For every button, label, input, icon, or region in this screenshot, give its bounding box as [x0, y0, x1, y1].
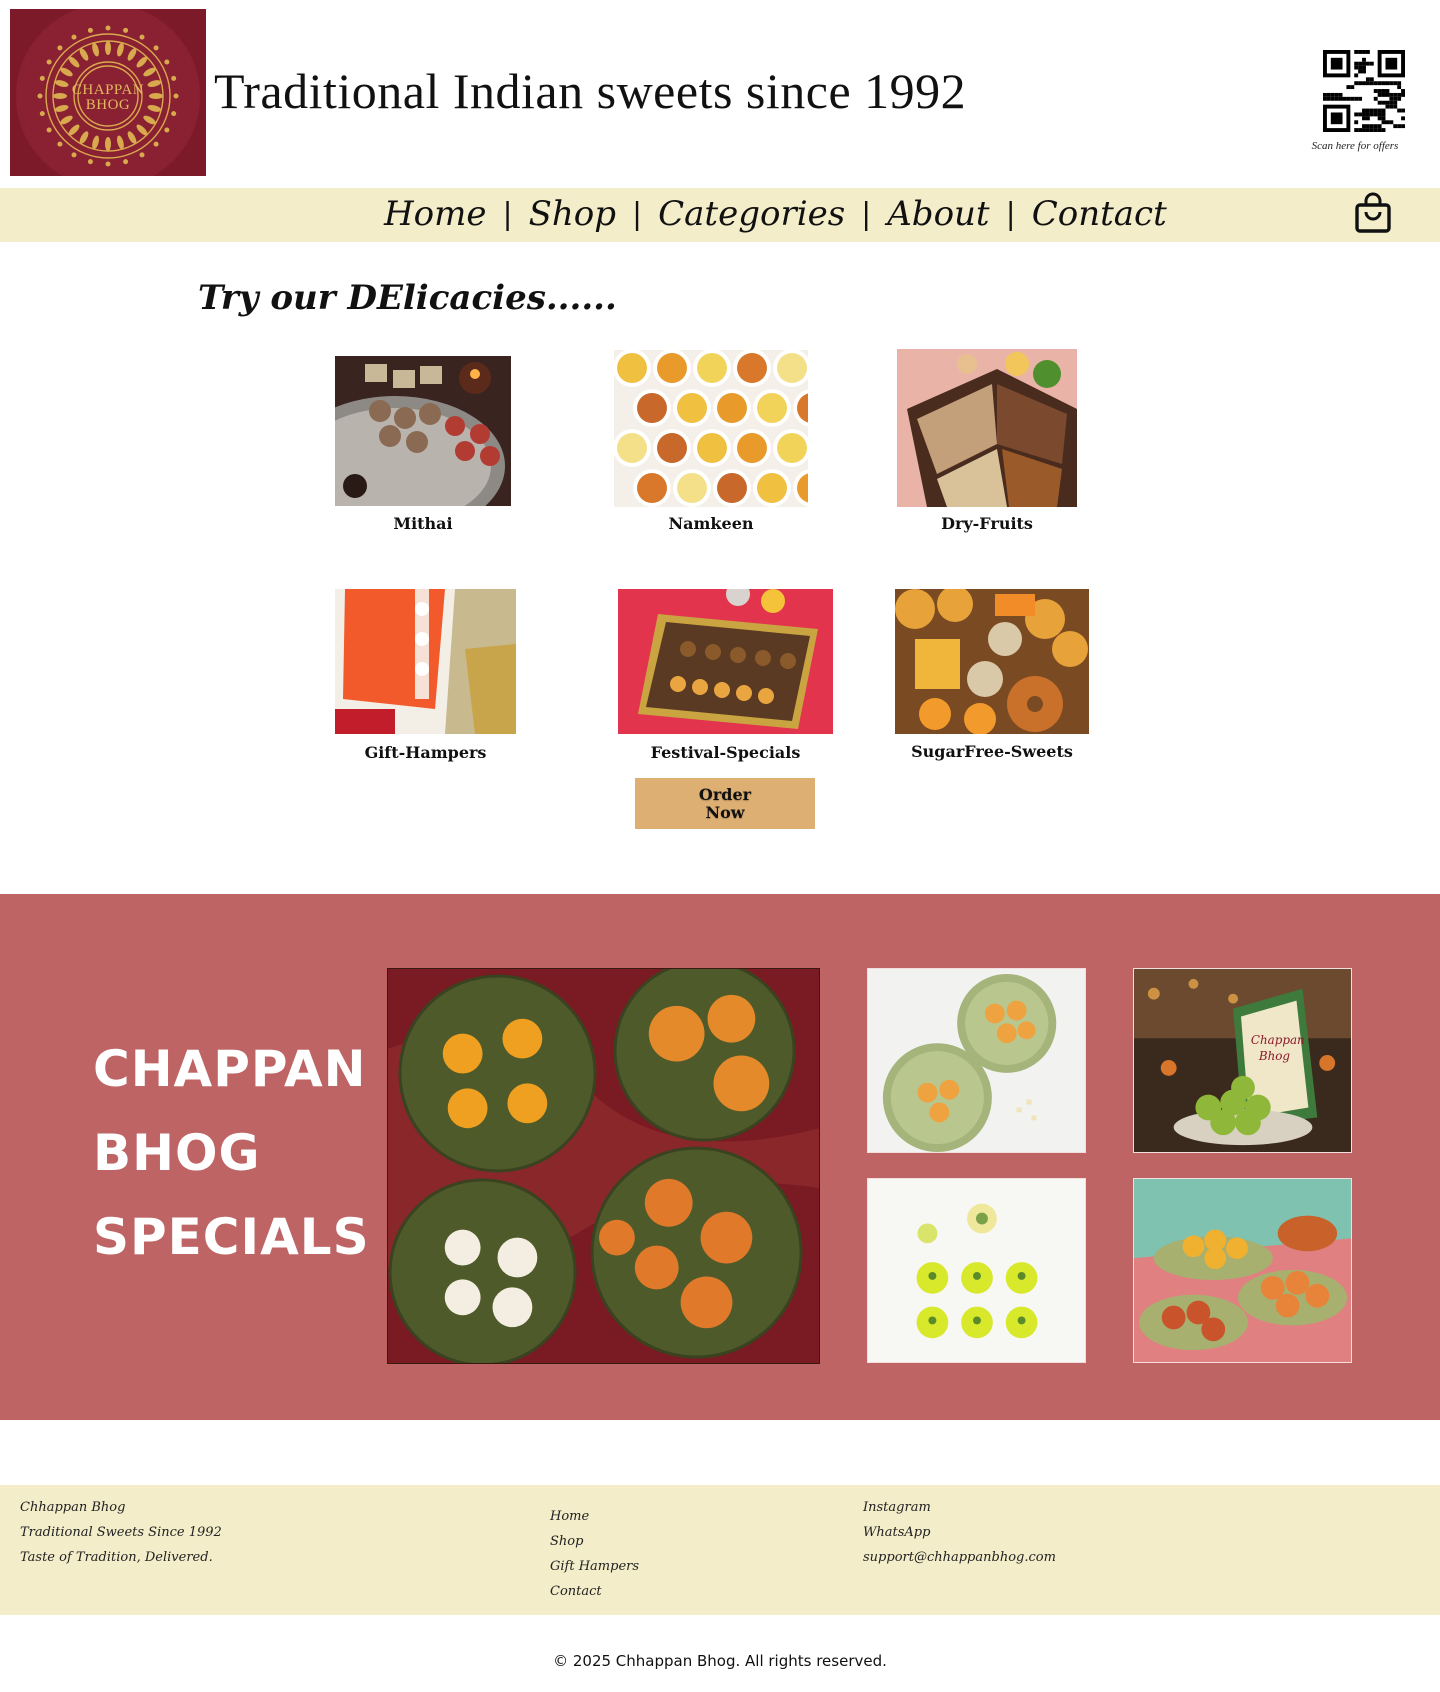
category-label-namkeen[interactable]: Namkeen — [614, 514, 808, 533]
specials-section: CHAPPAN BHOG SPECIALS Chappan Bhog — [0, 894, 1440, 1420]
nav-shop[interactable]: Shop — [529, 194, 616, 234]
qr-caption: Scan here for offers — [1311, 140, 1399, 152]
order-now-line-1: Order — [698, 784, 752, 804]
order-now-line-2: Now — [705, 802, 745, 822]
logo-text-line-1: CHAPPAN — [71, 82, 145, 98]
nav-separator: | — [502, 196, 513, 232]
footer-social-column: Instagram WhatsApp support@chhappanbhog.… — [863, 1495, 1056, 1570]
footer-links-column: Home Shop Gift Hampers Contact — [550, 1504, 639, 1604]
sugarfree-sweets-photo — [895, 589, 1089, 734]
specials-title: CHAPPAN BHOG SPECIALS — [93, 1027, 370, 1279]
special-box-text-2: Bhog — [1258, 1049, 1291, 1063]
shopping-bag-icon[interactable] — [1354, 192, 1392, 234]
category-label-festival-specials[interactable]: Festival-Specials — [618, 743, 833, 762]
main-navigation: Home | Shop | Categories | About | Conta… — [0, 188, 1440, 242]
special-image-main[interactable] — [387, 968, 820, 1364]
category-image-festival-specials[interactable] — [618, 589, 833, 734]
category-image-gift-hampers[interactable] — [335, 589, 516, 734]
footer-link-home[interactable]: Home — [550, 1504, 639, 1529]
nav-contact[interactable]: Contact — [1032, 194, 1167, 234]
special-image-4[interactable] — [1133, 1178, 1352, 1363]
footer-brand-since: Traditional Sweets Since 1992 — [20, 1525, 222, 1540]
footer-brand-name: Chhappan Bhog — [20, 1500, 126, 1515]
category-label-sugarfree-sweets[interactable]: SugarFree-Sweets — [895, 742, 1089, 761]
qr-code-icon[interactable] — [1323, 50, 1405, 132]
special-main-photo — [388, 969, 819, 1363]
festival-specials-photo — [618, 589, 833, 734]
logo-text-line-2: BHOG — [85, 97, 131, 113]
footer-email-link[interactable]: support@chhappanbhog.com — [863, 1545, 1056, 1570]
namkeen-photo — [614, 350, 808, 507]
category-image-dry-fruits[interactable] — [897, 349, 1077, 507]
special-photo-2: Chappan Bhog — [1134, 969, 1351, 1152]
special-box-text-1: Chappan — [1251, 1033, 1305, 1047]
category-image-mithai[interactable] — [335, 356, 511, 506]
order-now-button[interactable]: Order Now — [635, 778, 815, 829]
category-label-gift-hampers[interactable]: Gift-Hampers — [335, 743, 516, 762]
footer-link-contact[interactable]: Contact — [550, 1579, 639, 1604]
special-photo-3 — [868, 1179, 1085, 1362]
category-image-sugarfree-sweets[interactable] — [895, 589, 1089, 734]
category-label-mithai[interactable]: Mithai — [335, 514, 511, 533]
special-image-3[interactable] — [867, 1178, 1086, 1363]
footer-brand-slogan: Taste of Tradition, Delivered. — [20, 1550, 213, 1565]
site-tagline: Traditional Indian sweets since 1992 — [214, 63, 967, 119]
nav-categories[interactable]: Categories — [658, 194, 845, 234]
nav-separator: | — [632, 196, 643, 232]
delicacies-title: Try our DElicacies...... — [198, 278, 617, 318]
category-image-namkeen[interactable] — [614, 350, 808, 507]
nav-links: Home | Shop | Categories | About | Conta… — [384, 194, 1167, 234]
footer-link-shop[interactable]: Shop — [550, 1529, 639, 1554]
footer-link-gift-hampers[interactable]: Gift Hampers — [550, 1554, 639, 1579]
nav-about[interactable]: About — [887, 194, 989, 234]
footer-brand-column: Chhappan Bhog Traditional Sweets Since 1… — [20, 1495, 222, 1570]
footer-instagram-link[interactable]: Instagram — [863, 1495, 1056, 1520]
specials-title-line-2: BHOG — [93, 1124, 261, 1182]
nav-separator: | — [1005, 196, 1016, 232]
special-image-1[interactable] — [867, 968, 1086, 1153]
nav-home[interactable]: Home — [384, 194, 486, 234]
footer-whatsapp-link[interactable]: WhatsApp — [863, 1520, 1056, 1545]
nav-separator: | — [861, 196, 872, 232]
dry-fruits-photo — [897, 349, 1077, 507]
brand-logo[interactable]: CHAPPAN BHOG — [10, 9, 206, 176]
specials-title-line-1: CHAPPAN — [93, 1040, 367, 1098]
gift-hampers-photo — [335, 589, 516, 734]
copyright-text: © 2025 Chhappan Bhog. All rights reserve… — [553, 1652, 887, 1670]
site-footer: Chhappan Bhog Traditional Sweets Since 1… — [0, 1485, 1440, 1615]
category-label-dry-fruits[interactable]: Dry-Fruits — [897, 514, 1077, 533]
special-photo-4 — [1134, 1179, 1351, 1362]
mithai-photo — [335, 356, 511, 506]
specials-title-line-3: SPECIALS — [93, 1208, 370, 1266]
special-photo-1 — [868, 969, 1085, 1152]
special-image-2[interactable]: Chappan Bhog — [1133, 968, 1352, 1153]
